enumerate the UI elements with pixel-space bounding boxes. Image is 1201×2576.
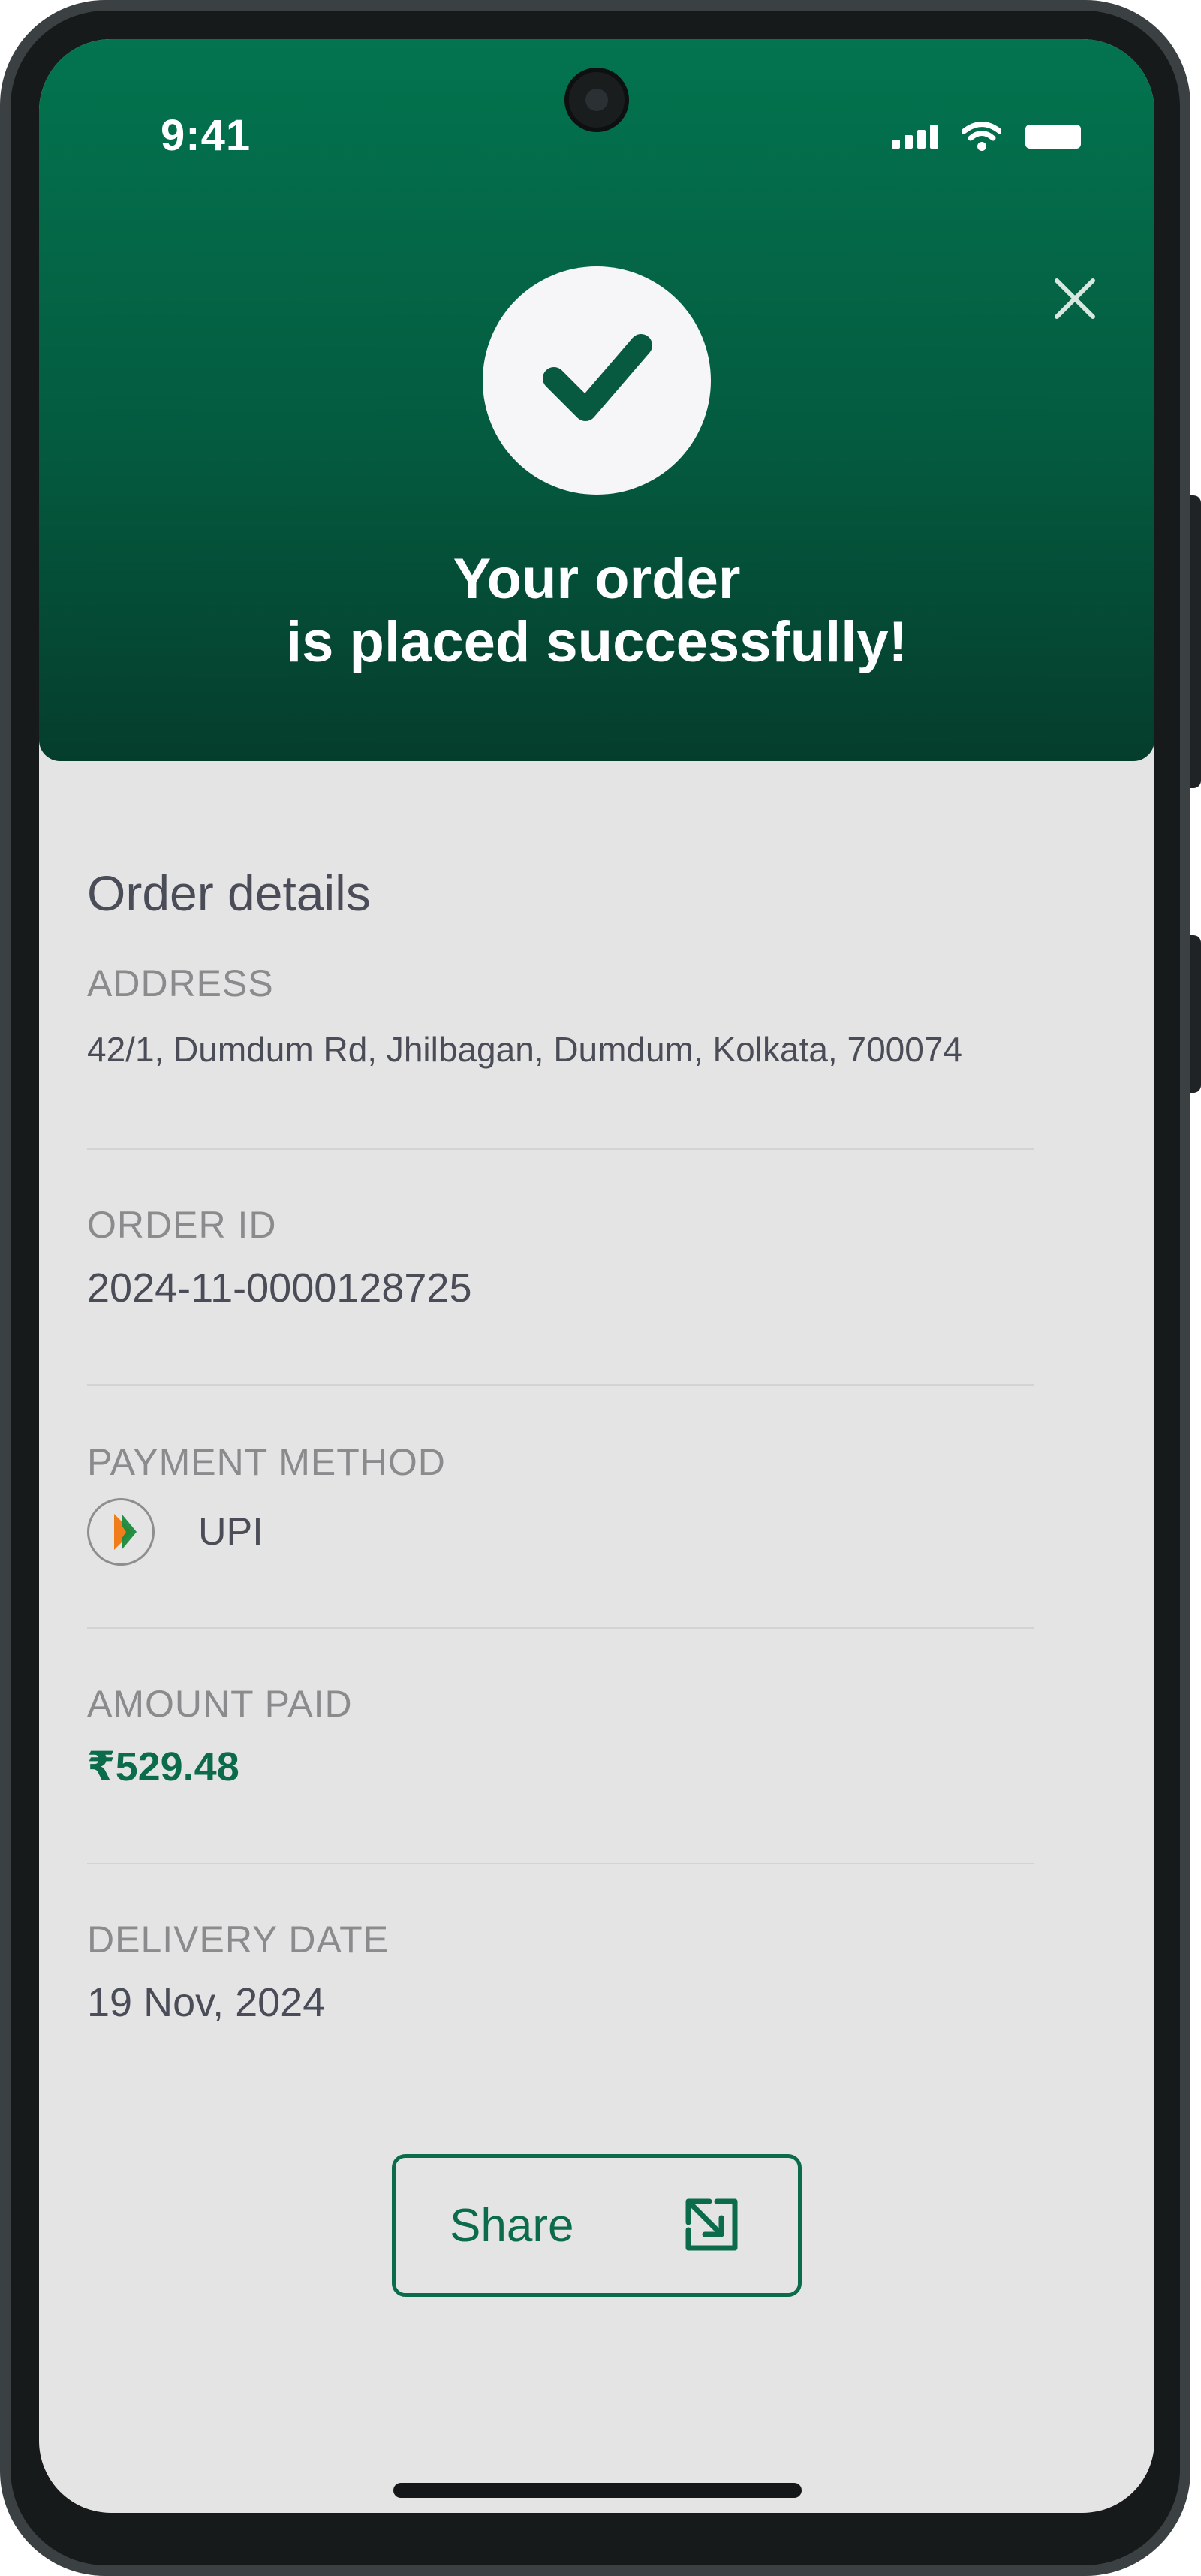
status-bar-icons: [892, 122, 1081, 152]
address-label: ADDRESS: [87, 962, 274, 1004]
success-title: Your order is placed successfully!: [39, 548, 1154, 674]
order-details-heading: Order details: [87, 865, 371, 921]
wifi-icon: [962, 122, 1001, 151]
delivery-date-label: DELIVERY DATE: [87, 1918, 390, 1961]
front-camera: [564, 68, 629, 132]
amount-paid-section: AMOUNT PAID ₹529.48: [87, 1629, 1034, 1864]
success-check-badge: [483, 266, 711, 495]
share-button-label: Share: [450, 2199, 574, 2252]
amount-paid-value: ₹529.48: [87, 1744, 239, 1789]
success-title-line1: Your order: [453, 547, 741, 611]
share-button[interactable]: Share: [392, 2154, 802, 2297]
order-id-label: ORDER ID: [87, 1204, 277, 1246]
cellular-signal-icon: [892, 125, 938, 149]
upi-logo-icon: [87, 1498, 155, 1566]
payment-method-value: UPI: [198, 1510, 263, 1554]
home-indicator[interactable]: [393, 2483, 802, 2498]
volume-button: [1190, 935, 1201, 1093]
delivery-date-value: 19 Nov, 2024: [87, 1980, 326, 2025]
success-header: 9:41 Your order is placed successfully!: [39, 39, 1154, 761]
payment-method-row: UPI: [87, 1498, 1034, 1566]
power-button: [1190, 495, 1201, 788]
order-id-value: 2024-11-0000128725: [87, 1265, 472, 1311]
external-link-icon: [685, 2198, 738, 2251]
success-title-line2: is placed successfully!: [286, 610, 908, 674]
payment-method-label: PAYMENT METHOD: [87, 1441, 446, 1483]
address-value: 42/1, Dumdum Rd, Jhilbagan, Dumdum, Kolk…: [87, 1030, 962, 1069]
order-details-panel: Order details ADDRESS 42/1, Dumdum Rd, J…: [87, 865, 1034, 2027]
status-bar-time: 9:41: [161, 111, 251, 160]
address-section: ADDRESS 42/1, Dumdum Rd, Jhilbagan, Dumd…: [87, 961, 1034, 1150]
delivery-date-section: DELIVERY DATE 19 Nov, 2024: [87, 1864, 1034, 2027]
battery-icon: [1025, 125, 1081, 149]
order-id-section: ORDER ID 2024-11-0000128725: [87, 1150, 1034, 1386]
payment-method-section: PAYMENT METHOD UPI: [87, 1386, 1034, 1629]
checkmark-icon: [543, 334, 652, 421]
close-icon: [1055, 278, 1095, 319]
close-button[interactable]: [1045, 269, 1105, 329]
app-screen: 9:41 Your order is placed successfully! …: [39, 39, 1154, 2513]
amount-paid-label: AMOUNT PAID: [87, 1683, 353, 1725]
